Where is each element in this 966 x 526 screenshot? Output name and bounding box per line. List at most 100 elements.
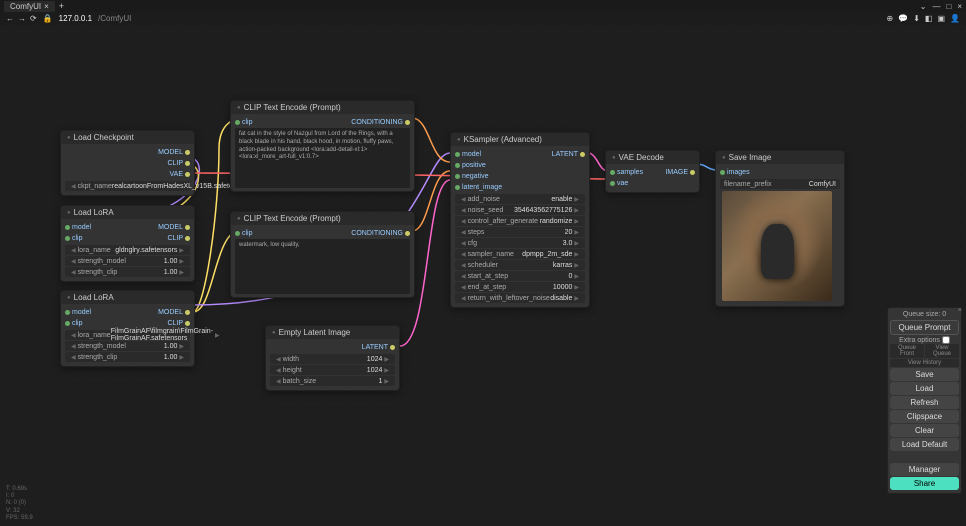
lora-name-field[interactable]: ◀lora_namegldnglry.safetensors▶	[65, 245, 190, 255]
node-title[interactable]: CLIP Text Encode (Prompt)	[231, 101, 414, 114]
input-vae[interactable]: vae	[610, 180, 628, 187]
node-load-lora-2[interactable]: Load LoRA model MODEL clip CLIP ◀lora_name…	[60, 290, 195, 367]
node-clip-encode-negative[interactable]: CLIP Text Encode (Prompt) clip CONDITIONI…	[230, 211, 415, 298]
node-vae-decode[interactable]: VAE Decode samples IMAGE vae	[605, 150, 700, 193]
clear-button[interactable]: Clear	[890, 424, 959, 437]
window-close-icon[interactable]: ×	[957, 2, 962, 11]
output-model[interactable]: MODEL	[158, 309, 190, 316]
node-title[interactable]: VAE Decode	[606, 151, 699, 164]
node-title[interactable]: Save Image	[716, 151, 844, 164]
input-negative[interactable]: negative	[455, 173, 488, 180]
control-panel[interactable]: × Queue size: 0 Queue Prompt Extra optio…	[887, 307, 962, 494]
strength-clip-field[interactable]: ◀strength_clip1.00▶	[65, 267, 190, 277]
view-history-button[interactable]: View History	[890, 359, 959, 367]
node-title[interactable]: Load LoRA	[61, 291, 194, 304]
view-queue-button[interactable]: View Queue	[925, 344, 959, 358]
node-title[interactable]: KSampler (Advanced)	[451, 133, 589, 146]
output-model[interactable]: MODEL	[158, 149, 190, 156]
input-clip[interactable]: clip	[235, 230, 253, 237]
queue-front-button[interactable]: Queue Front	[890, 344, 924, 358]
input-samples[interactable]: samples	[610, 169, 643, 176]
input-positive[interactable]: positive	[455, 162, 486, 169]
profile-icon[interactable]: 👤	[950, 14, 960, 23]
add-noise-field[interactable]: ◀add_noiseenable▶	[455, 194, 585, 204]
strength-model-field[interactable]: ◀strength_model1.00▶	[65, 341, 190, 351]
node-load-lora-1[interactable]: Load LoRA model MODEL clip CLIP ◀lora_name…	[60, 205, 195, 282]
scheduler-field[interactable]: ◀schedulerkarras▶	[455, 260, 585, 270]
output-latent[interactable]: LATENT	[552, 151, 585, 158]
noise-seed-field[interactable]: ◀noise_seed354643562775126▶	[455, 205, 585, 215]
node-save-image[interactable]: Save Image images filename_prefixComfyUI	[715, 150, 845, 307]
control-after-generate-field[interactable]: ◀control_after_generaterandomize▶	[455, 216, 585, 226]
new-tab-button[interactable]: +	[59, 1, 64, 11]
prompt-text-input[interactable]: watermark, low quality,	[235, 239, 410, 294]
node-ksampler-advanced[interactable]: KSampler (Advanced) model LATENT positive…	[450, 132, 590, 308]
output-clip[interactable]: CLIP	[167, 320, 190, 327]
cfg-field[interactable]: ◀cfg3.0▶	[455, 238, 585, 248]
extra-options-checkbox[interactable]	[942, 336, 950, 344]
node-empty-latent[interactable]: Empty Latent Image LATENT ◀width1024▶ ◀h…	[265, 325, 400, 391]
input-images[interactable]: images	[720, 169, 750, 176]
prompt-text-input[interactable]: fat cat in the style of Nazgul from Lord…	[235, 128, 410, 188]
output-model[interactable]: MODEL	[158, 224, 190, 231]
strength-model-field[interactable]: ◀strength_model1.00▶	[65, 256, 190, 266]
width-field[interactable]: ◀width1024▶	[270, 354, 395, 364]
load-button[interactable]: Load	[890, 382, 959, 395]
sampler-name-field[interactable]: ◀sampler_namedpmpp_2m_sde▶	[455, 249, 585, 259]
steps-field[interactable]: ◀steps20▶	[455, 227, 585, 237]
input-latent[interactable]: latent_image	[455, 184, 502, 191]
filename-prefix-field[interactable]: filename_prefixComfyUI	[720, 179, 840, 189]
ext1-icon[interactable]: ◧	[925, 14, 933, 23]
reload-icon[interactable]: ⟳	[30, 14, 37, 23]
output-vae[interactable]: VAE	[170, 171, 191, 178]
batch-size-field[interactable]: ◀batch_size1▶	[270, 376, 395, 386]
refresh-button[interactable]: Refresh	[890, 396, 959, 409]
download-icon[interactable]: ⬇	[913, 14, 920, 23]
node-title[interactable]: Load LoRA	[61, 206, 194, 219]
panel-close-icon[interactable]: ×	[958, 307, 962, 314]
return-leftover-noise-field[interactable]: ◀return_with_leftover_noisedisable▶	[455, 293, 585, 303]
url-host[interactable]: 127.0.0.1	[59, 14, 92, 23]
input-model[interactable]: model	[65, 224, 91, 231]
node-title[interactable]: CLIP Text Encode (Prompt)	[231, 212, 414, 225]
nav-back-icon[interactable]: ←	[6, 14, 14, 23]
node-title[interactable]: Load Checkpoint	[61, 131, 194, 144]
output-clip[interactable]: CLIP	[167, 235, 190, 242]
nav-forward-icon[interactable]: →	[18, 14, 26, 23]
node-clip-encode-positive[interactable]: CLIP Text Encode (Prompt) clip CONDITIONI…	[230, 100, 415, 192]
ckpt-name-field[interactable]: ◀ckpt_namerealcartoonFromHadesXL_v15B.sa…	[65, 181, 190, 191]
manager-button[interactable]: Manager	[890, 463, 959, 476]
lora-name-field[interactable]: ◀lora_nameFilmGrainAF\filmgrain\FilmGrai…	[65, 330, 190, 340]
output-latent[interactable]: LATENT	[362, 344, 395, 351]
input-model[interactable]: model	[65, 309, 91, 316]
share-button[interactable]: Share	[890, 477, 959, 490]
window-min-icon[interactable]: —	[932, 2, 940, 11]
input-clip[interactable]: clip	[65, 235, 83, 242]
ext2-icon[interactable]: ▣	[937, 14, 945, 23]
browser-tab[interactable]: ComfyUI ×	[4, 1, 55, 12]
input-clip[interactable]: clip	[65, 320, 83, 327]
strength-clip-field[interactable]: ◀strength_clip1.00▶	[65, 352, 190, 362]
output-image[interactable]: IMAGE	[665, 169, 695, 176]
output-conditioning[interactable]: CONDITIONING	[351, 119, 410, 126]
input-model[interactable]: model	[455, 151, 481, 158]
node-load-checkpoint[interactable]: Load Checkpoint MODEL CLIP VAE ◀ckpt_nam…	[60, 130, 195, 196]
output-image-preview[interactable]	[722, 191, 832, 301]
input-clip[interactable]: clip	[235, 119, 253, 126]
queue-prompt-button[interactable]: Queue Prompt	[890, 320, 959, 335]
start-at-step-field[interactable]: ◀start_at_step0▶	[455, 271, 585, 281]
tab-close-icon[interactable]: ×	[44, 2, 49, 11]
height-field[interactable]: ◀height1024▶	[270, 365, 395, 375]
window-down-icon[interactable]: ⌄	[920, 2, 927, 11]
chat-icon[interactable]: 💬	[898, 14, 908, 23]
output-conditioning[interactable]: CONDITIONING	[351, 230, 410, 237]
node-title[interactable]: Empty Latent Image	[266, 326, 399, 339]
window-max-icon[interactable]: □	[946, 2, 951, 11]
output-clip[interactable]: CLIP	[167, 160, 190, 167]
search-icon[interactable]: ⊕	[887, 14, 894, 23]
node-canvas[interactable]: Load Checkpoint MODEL CLIP VAE ◀ckpt_nam…	[0, 25, 966, 526]
clipspace-button[interactable]: Clipspace	[890, 410, 959, 423]
end-at-step-field[interactable]: ◀end_at_step10000▶	[455, 282, 585, 292]
save-button[interactable]: Save	[890, 368, 959, 381]
load-default-button[interactable]: Load Default	[890, 438, 959, 451]
